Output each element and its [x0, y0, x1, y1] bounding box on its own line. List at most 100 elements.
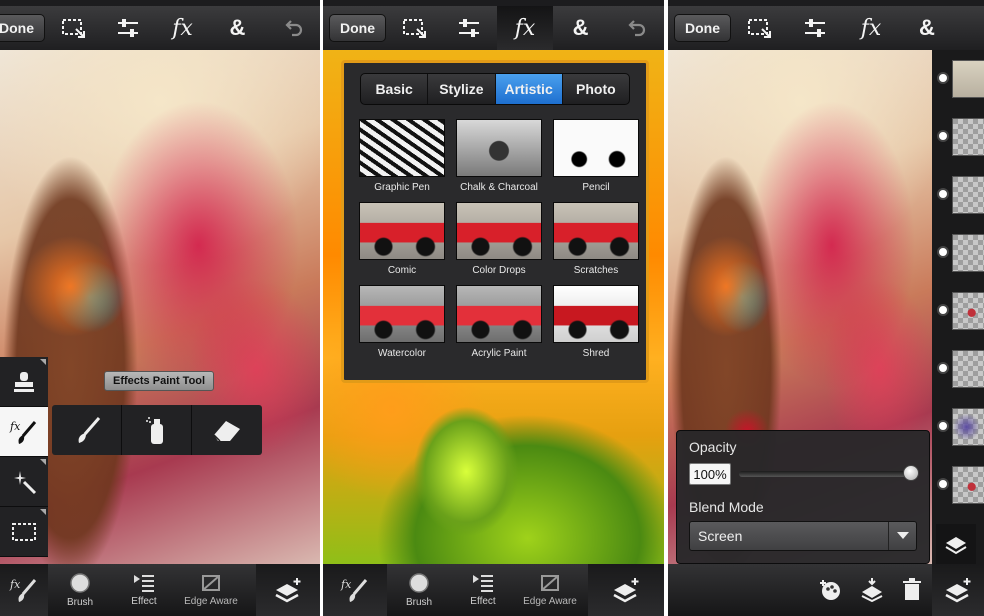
blend-mode-value: Screen — [698, 528, 743, 544]
layer-thumbnail — [952, 350, 984, 388]
brush-circle-icon — [409, 573, 429, 593]
layer-item[interactable] — [932, 116, 984, 166]
visibility-toggle[interactable] — [937, 246, 949, 258]
stamp-tool[interactable] — [0, 357, 48, 407]
layer-item[interactable] — [932, 406, 984, 456]
selection-tool-button[interactable] — [45, 6, 100, 50]
layers-button[interactable] — [588, 564, 664, 616]
undo-icon — [628, 20, 646, 37]
layer-item[interactable] — [932, 174, 984, 224]
bottom-toolbar — [668, 564, 984, 616]
opacity-slider-handle[interactable] — [903, 465, 919, 481]
top-toolbar: Done fx & — [0, 6, 320, 50]
done-button[interactable]: Done — [674, 14, 731, 42]
layer-item[interactable] — [932, 290, 984, 340]
brush-settings-button[interactable]: Brush — [387, 564, 451, 616]
adjustments-button[interactable] — [442, 6, 498, 50]
brush-label: Brush — [405, 597, 433, 608]
visibility-toggle[interactable] — [937, 362, 949, 374]
filter-pencil[interactable]: Pencil — [553, 119, 639, 198]
magic-wand-tool[interactable] — [0, 457, 48, 507]
filter-shred[interactable]: Shred — [553, 285, 639, 364]
done-button[interactable]: Done — [329, 14, 386, 42]
layer-item[interactable] — [932, 348, 984, 398]
layers-button[interactable] — [932, 564, 984, 616]
submenu-corner-icon — [40, 359, 46, 365]
visibility-toggle[interactable] — [937, 478, 949, 490]
blend-mode-select[interactable]: Screen — [689, 521, 917, 551]
effects-button[interactable]: fx — [497, 6, 553, 50]
effects-brush-mode-button[interactable]: fx — [0, 564, 48, 616]
marquee-tool[interactable] — [0, 507, 48, 557]
edge-aware-icon — [202, 575, 220, 591]
selection-tool-button[interactable] — [731, 6, 787, 50]
selection-tool-button[interactable] — [386, 6, 442, 50]
fx-brush-icon: fx — [9, 578, 37, 602]
layer-thumbnail — [952, 60, 984, 98]
opacity-slider[interactable] — [739, 465, 919, 481]
layer-item[interactable] — [932, 58, 984, 108]
brush-label: Brush — [66, 597, 94, 608]
filter-acrylic-paint[interactable]: Acrylic Paint — [456, 285, 542, 364]
opacity-value[interactable]: 100% — [689, 463, 731, 485]
filter-chalk-charcoal[interactable]: Chalk & Charcoal — [456, 119, 542, 198]
spray-option[interactable] — [122, 405, 192, 455]
filter-popover: Basic Stylize Artistic Photo Graphic Pen… — [341, 60, 649, 383]
filter-thumbnail — [456, 285, 542, 343]
filter-comic[interactable]: Comic — [359, 202, 445, 281]
filter-scratches[interactable]: Scratches — [553, 202, 639, 281]
filter-caption: Graphic Pen — [374, 182, 430, 193]
layer-thumbnail — [952, 234, 984, 272]
filter-thumbnail — [359, 119, 445, 177]
done-button[interactable]: Done — [0, 14, 45, 42]
effect-label: Effect — [470, 596, 496, 607]
top-toolbar: Done fx & — [323, 6, 664, 50]
layer-style-button[interactable] — [812, 564, 852, 616]
edge-aware-button[interactable]: Edge Aware — [515, 564, 585, 616]
filter-color-drops[interactable]: Color Drops — [456, 202, 542, 281]
visibility-toggle[interactable] — [937, 72, 949, 84]
layers-button[interactable] — [256, 564, 320, 616]
tool-palette: fx — [0, 357, 48, 557]
layer-item[interactable] — [932, 464, 984, 514]
brush-settings-button[interactable]: Brush — [48, 564, 112, 616]
layer-options-button[interactable] — [936, 524, 976, 564]
layer-thumbnail — [952, 176, 984, 214]
undo-button[interactable] — [608, 6, 664, 50]
compose-button[interactable]: & — [899, 6, 955, 50]
eraser-option[interactable] — [192, 405, 262, 455]
visibility-toggle[interactable] — [937, 188, 949, 200]
effects-brush-mode-button[interactable]: fx — [323, 564, 387, 616]
visibility-toggle[interactable] — [937, 304, 949, 316]
adjustments-button[interactable] — [100, 6, 155, 50]
screen-layer-blend: Done fx & Opacity 100% Blend Mode Screen — [668, 0, 984, 616]
delete-layer-button[interactable] — [892, 564, 932, 616]
visibility-toggle[interactable] — [937, 420, 949, 432]
tab-stylize[interactable]: Stylize — [428, 74, 496, 104]
merge-layer-button[interactable] — [852, 564, 892, 616]
layer-item[interactable] — [932, 232, 984, 282]
tab-artistic[interactable]: Artistic — [495, 74, 563, 104]
edge-aware-button[interactable]: Edge Aware — [176, 564, 246, 616]
visibility-toggle[interactable] — [937, 130, 949, 142]
dashed-rectangle-icon — [12, 522, 36, 541]
effects-button[interactable]: fx — [155, 6, 210, 50]
filter-thumbnail — [553, 119, 639, 177]
photo-canvas[interactable] — [0, 50, 320, 564]
compose-button[interactable]: & — [553, 6, 609, 50]
filter-graphic-pen[interactable]: Graphic Pen — [359, 119, 445, 198]
filter-watercolor[interactable]: Watercolor — [359, 285, 445, 364]
paint-brush-option[interactable] — [52, 405, 122, 455]
adjustments-button[interactable] — [787, 6, 843, 50]
effect-settings-button[interactable]: Effect — [112, 564, 176, 616]
effect-settings-button[interactable]: Effect — [451, 564, 515, 616]
tab-basic[interactable]: Basic — [361, 74, 429, 104]
effects-brush-tool[interactable]: fx — [0, 407, 48, 457]
fx-icon: fx — [860, 15, 882, 41]
effects-button[interactable]: fx — [843, 6, 899, 50]
effects-paint-tooltip: Effects Paint Tool — [104, 371, 215, 391]
compose-button[interactable]: & — [210, 6, 265, 50]
bottom-spacer — [246, 564, 256, 616]
tab-photo[interactable]: Photo — [563, 74, 629, 104]
undo-button[interactable] — [265, 6, 320, 50]
